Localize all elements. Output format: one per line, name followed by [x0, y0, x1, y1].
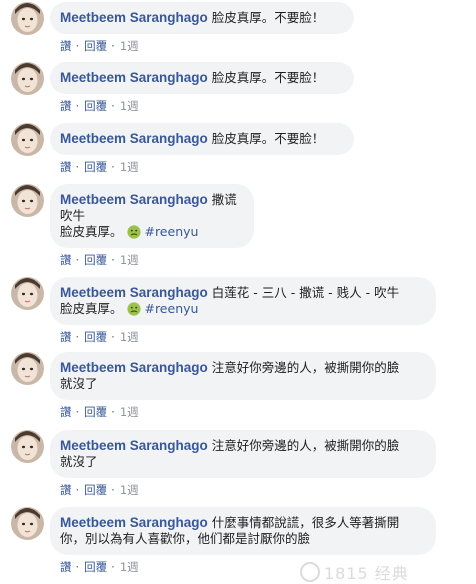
like-button[interactable]: 讚 [60, 559, 72, 575]
like-button[interactable]: 讚 [60, 329, 72, 345]
comment-actions: 讚 · 回覆 · 1週 [60, 159, 139, 175]
like-button[interactable]: 讚 [60, 252, 72, 268]
comment-bubble: Meetbeem Saranghago 脸皮真厚。不要脸！ [50, 2, 354, 34]
separator-dot: · [111, 160, 115, 174]
comment-author-link[interactable]: Meetbeem Saranghago [60, 360, 208, 375]
separator-dot: · [111, 330, 115, 344]
comment-actions: 讚 · 回覆 · 1週 [60, 482, 139, 498]
like-button[interactable]: 讚 [60, 38, 72, 54]
comment-bubble: Meetbeem Saranghago 脸皮真厚。不要脸！ [50, 62, 354, 94]
nauseated-face-emoji-icon [126, 302, 141, 316]
reply-button[interactable]: 回覆 [84, 559, 107, 575]
timestamp-link[interactable]: 1週 [120, 404, 139, 420]
separator-dot: · [111, 483, 115, 497]
timestamp-link[interactable]: 1週 [120, 159, 139, 175]
separator-dot: · [75, 405, 80, 419]
hashtag-link[interactable]: #reenyu [141, 301, 198, 316]
comment-text: 什麼事情都說謊，很多人等著撕開 [211, 515, 400, 530]
timestamp-link[interactable]: 1週 [120, 38, 139, 54]
watermark-logo-icon [300, 562, 320, 582]
comment-author-link[interactable]: Meetbeem Saranghago [60, 438, 208, 453]
comment-text: 脸皮真厚。不要脸！ [211, 70, 325, 85]
comment-bubble: Meetbeem Saranghago 白莲花 - 三八 - 撒谎 - 贱人 -… [50, 277, 436, 325]
comment-bubble: Meetbeem Saranghago 注意好你旁邊的人，被撕開你的臉就沒了 [50, 352, 436, 400]
avatar[interactable] [11, 184, 44, 217]
comment-text: 你，別以為有人喜歡你，他们都是討厭你的臉 [60, 531, 311, 546]
avatar[interactable] [11, 507, 44, 540]
timestamp-link[interactable]: 1週 [120, 252, 139, 268]
reply-button[interactable]: 回覆 [84, 38, 107, 54]
separator-dot: · [111, 39, 115, 53]
comment-author-link[interactable]: Meetbeem Saranghago [60, 131, 208, 146]
hashtag-link[interactable]: #reenyu [141, 224, 198, 239]
comment-author-link[interactable]: Meetbeem Saranghago [60, 10, 208, 25]
like-button[interactable]: 讚 [60, 159, 72, 175]
comment-text: 注意好你旁邊的人，被撕開你的臉 [211, 360, 400, 375]
reply-button[interactable]: 回覆 [84, 98, 107, 114]
timestamp-link[interactable]: 1週 [120, 559, 139, 575]
reply-button[interactable]: 回覆 [84, 329, 107, 345]
separator-dot: · [75, 160, 80, 174]
comment-text: 吹牛 [60, 208, 86, 223]
comment-actions: 讚 · 回覆 · 1週 [60, 98, 139, 114]
comment-bubble: Meetbeem Saranghago 脸皮真厚。不要脸！ [50, 123, 354, 155]
separator-dot: · [111, 405, 115, 419]
comment-text: 脸皮真厚。不要脸！ [211, 131, 325, 146]
separator-dot: · [111, 560, 115, 574]
comment-bubble: Meetbeem Saranghago 注意好你旁邊的人，被撕開你的臉就沒了 [50, 430, 436, 478]
avatar[interactable] [11, 430, 44, 463]
comment-list: Meetbeem Saranghago 脸皮真厚。不要脸！讚 · 回覆 · 1週 Meet… [0, 0, 476, 584]
nauseated-face-emoji-icon [126, 225, 141, 239]
comment-author-link[interactable]: Meetbeem Saranghago [60, 70, 208, 85]
separator-dot: · [111, 99, 115, 113]
separator-dot: · [111, 253, 115, 267]
separator-dot: · [75, 560, 80, 574]
avatar[interactable] [11, 123, 44, 156]
like-button[interactable]: 讚 [60, 404, 72, 420]
timestamp-link[interactable]: 1週 [120, 98, 139, 114]
timestamp-link[interactable]: 1週 [120, 482, 139, 498]
watermark-text: 1815 经典 [324, 564, 409, 583]
separator-dot: · [75, 483, 80, 497]
comment-text: 就沒了 [60, 376, 98, 391]
timestamp-link[interactable]: 1週 [120, 329, 139, 345]
comment-text: 脸皮真厚。 [60, 301, 123, 316]
comment-author-link[interactable]: Meetbeem Saranghago [60, 515, 208, 530]
reply-button[interactable]: 回覆 [84, 159, 107, 175]
comment-text: 就沒了 [60, 454, 98, 469]
avatar[interactable] [11, 277, 44, 310]
separator-dot: · [75, 99, 80, 113]
comment-actions: 讚 · 回覆 · 1週 [60, 329, 139, 345]
reply-button[interactable]: 回覆 [84, 404, 107, 420]
reply-button[interactable]: 回覆 [84, 482, 107, 498]
avatar[interactable] [11, 62, 44, 95]
comment-text: 白莲花 - 三八 - 撒谎 - 贱人 - 吹牛 [211, 285, 400, 300]
avatar[interactable] [11, 352, 44, 385]
separator-dot: · [75, 330, 80, 344]
avatar[interactable] [11, 2, 44, 35]
comment-text: 脸皮真厚。 [60, 224, 123, 239]
comment-actions: 讚 · 回覆 · 1週 [60, 559, 139, 575]
comment-author-link[interactable]: Meetbeem Saranghago [60, 285, 208, 300]
comment-actions: 讚 · 回覆 · 1週 [60, 38, 139, 54]
reply-button[interactable]: 回覆 [84, 252, 107, 268]
comment-author-link[interactable]: Meetbeem Saranghago [60, 192, 208, 207]
comment-actions: 讚 · 回覆 · 1週 [60, 404, 139, 420]
comment-bubble: Meetbeem Saranghago 撒谎吹牛 脸皮真厚。 #reenyu [50, 184, 254, 248]
comment-text: 脸皮真厚。不要脸！ [211, 10, 325, 25]
like-button[interactable]: 讚 [60, 98, 72, 114]
comment-bubble: Meetbeem Saranghago 什麼事情都說謊，很多人等著撕開 你，別以為… [50, 507, 436, 555]
comment-text: 撒谎 [211, 192, 237, 207]
separator-dot: · [75, 39, 80, 53]
watermark: 1815 经典 [300, 560, 409, 584]
like-button[interactable]: 讚 [60, 482, 72, 498]
separator-dot: · [75, 253, 80, 267]
comment-actions: 讚 · 回覆 · 1週 [60, 252, 139, 268]
comment-text: 注意好你旁邊的人，被撕開你的臉 [211, 438, 400, 453]
